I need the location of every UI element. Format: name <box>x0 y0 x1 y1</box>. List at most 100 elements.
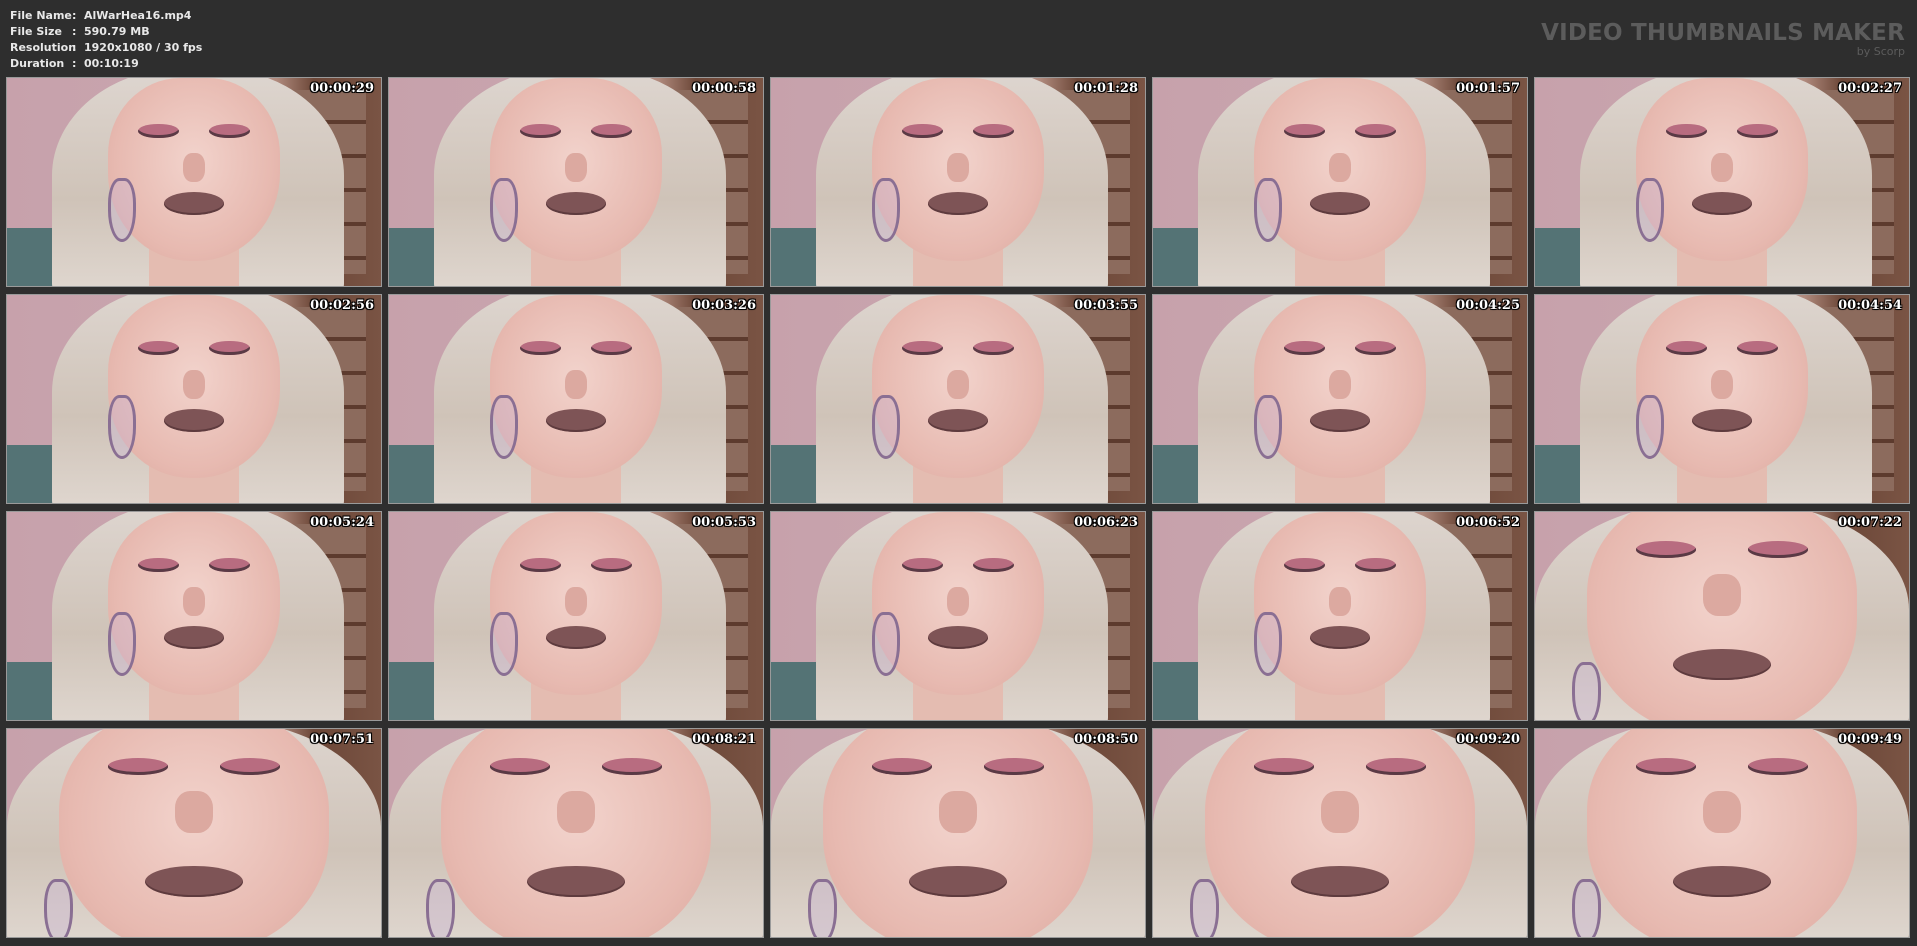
video-thumbnail[interactable]: 00:06:23 <box>770 511 1146 721</box>
thumbnail-frame-image <box>771 78 1145 286</box>
subject-left-eye <box>489 758 550 775</box>
file-name-row: File Name : AlWarHea16.mp4 <box>10 8 202 24</box>
brand-title: VIDEO THUMBNAILS MAKER <box>1541 20 1905 46</box>
thumbnail-grid: 00:00:29 00:00:58 00:01:28 00:01:57 00:02:27… <box>6 77 1912 941</box>
video-thumbnail[interactable]: 00:00:58 <box>388 77 764 287</box>
subject-face <box>59 729 329 937</box>
thumbnail-timestamp: 00:01:28 <box>1074 81 1138 96</box>
subject-face <box>441 729 711 937</box>
subject-left-eye <box>871 758 932 775</box>
thumbnail-frame-image <box>1535 512 1909 720</box>
duration-value: 00:10:19 <box>84 57 139 70</box>
video-thumbnail[interactable]: 00:07:51 <box>6 728 382 938</box>
video-thumbnail[interactable]: 00:04:54 <box>1534 294 1910 504</box>
thumbnail-frame-image <box>1153 295 1527 503</box>
thumbnail-timestamp: 00:02:56 <box>310 298 374 313</box>
video-thumbnail[interactable]: 00:02:27 <box>1534 77 1910 287</box>
thumbnail-timestamp: 00:03:55 <box>1074 298 1138 313</box>
thumbnail-timestamp: 00:09:20 <box>1456 732 1520 747</box>
duration-row: Duration : 00:10:19 <box>10 56 202 72</box>
video-thumbnail[interactable]: 00:00:29 <box>6 77 382 287</box>
subject-face <box>1587 512 1857 720</box>
subject-right-eye <box>984 758 1044 775</box>
thumbnail-frame-image <box>1535 78 1909 286</box>
thumbnail-frame-image <box>1153 512 1527 720</box>
subject-left-eye <box>1635 758 1696 775</box>
subject-left-eye <box>1253 758 1314 775</box>
subject-nose <box>1703 574 1741 616</box>
subject-right-eye <box>220 758 280 775</box>
subject-earring <box>44 878 73 937</box>
subject-face <box>1587 729 1857 937</box>
subject-nose <box>182 369 206 399</box>
subject-nose <box>1710 152 1734 182</box>
video-thumbnail[interactable]: 00:05:24 <box>6 511 382 721</box>
thumbnail-timestamp: 00:08:21 <box>692 732 756 747</box>
subject-nose <box>946 586 970 616</box>
thumbnail-timestamp: 00:00:29 <box>310 81 374 96</box>
subject-earring <box>1572 878 1601 937</box>
video-thumbnail[interactable]: 00:02:56 <box>6 294 382 504</box>
subject-nose <box>564 152 588 182</box>
video-thumbnail[interactable]: 00:04:25 <box>1152 294 1528 504</box>
brand-watermark: VIDEO THUMBNAILS MAKER by Scorp <box>1541 20 1905 58</box>
video-thumbnail[interactable]: 00:09:20 <box>1152 728 1528 938</box>
thumbnail-timestamp: 00:01:57 <box>1456 81 1520 96</box>
thumbnail-timestamp: 00:08:50 <box>1074 732 1138 747</box>
subject-nose <box>182 152 206 182</box>
resolution-separator: : <box>72 41 77 54</box>
subject-nose <box>564 369 588 399</box>
subject-earring <box>426 878 455 937</box>
thumbnail-frame-image <box>771 512 1145 720</box>
thumbnail-frame-image <box>389 78 763 286</box>
file-size-row: File Size : 590.79 MB <box>10 24 202 40</box>
thumbnail-timestamp: 00:04:25 <box>1456 298 1520 313</box>
subject-nose <box>182 586 206 616</box>
thumbnail-frame-image <box>7 78 381 286</box>
subject-right-eye <box>1748 541 1808 558</box>
video-thumbnail[interactable]: 00:01:28 <box>770 77 1146 287</box>
subject-nose <box>939 791 977 833</box>
subject-right-eye <box>1366 758 1426 775</box>
subject-right-eye <box>1748 758 1808 775</box>
thumbnail-timestamp: 00:07:51 <box>310 732 374 747</box>
thumbnail-sheet: File Name : AlWarHea16.mp4 File Size : 5… <box>0 0 1917 946</box>
thumbnail-timestamp: 00:09:49 <box>1838 732 1902 747</box>
video-thumbnail[interactable]: 00:03:26 <box>388 294 764 504</box>
video-thumbnail[interactable]: 00:01:57 <box>1152 77 1528 287</box>
thumbnail-timestamp: 00:02:27 <box>1838 81 1902 96</box>
subject-left-eye <box>1635 541 1696 558</box>
subject-right-eye <box>602 758 662 775</box>
video-thumbnail[interactable]: 00:08:50 <box>770 728 1146 938</box>
file-name-value: AlWarHea16.mp4 <box>84 9 192 22</box>
brand-subtitle: by Scorp <box>1856 45 1905 58</box>
video-thumbnail[interactable]: 00:09:49 <box>1534 728 1910 938</box>
subject-face <box>1205 729 1475 937</box>
subject-nose <box>175 791 213 833</box>
video-thumbnail[interactable]: 00:05:53 <box>388 511 764 721</box>
subject-nose <box>946 369 970 399</box>
thumbnail-frame-image <box>771 729 1145 937</box>
subject-nose <box>1710 369 1734 399</box>
thumbnail-timestamp: 00:00:58 <box>692 81 756 96</box>
video-thumbnail[interactable]: 00:03:55 <box>770 294 1146 504</box>
thumbnail-timestamp: 00:05:24 <box>310 515 374 530</box>
thumbnail-timestamp: 00:05:53 <box>692 515 756 530</box>
thumbnail-frame-image <box>389 512 763 720</box>
thumbnail-timestamp: 00:04:54 <box>1838 298 1902 313</box>
thumbnail-frame-image <box>1153 729 1527 937</box>
video-thumbnail[interactable]: 00:06:52 <box>1152 511 1528 721</box>
video-thumbnail[interactable]: 00:08:21 <box>388 728 764 938</box>
thumbnail-frame-image <box>1535 729 1909 937</box>
resolution-value: 1920x1080 / 30 fps <box>84 41 203 54</box>
thumbnail-frame-image <box>7 512 381 720</box>
thumbnail-timestamp: 00:06:23 <box>1074 515 1138 530</box>
file-size-value: 590.79 MB <box>84 25 150 38</box>
subject-nose <box>1328 152 1352 182</box>
file-info-panel: File Name : AlWarHea16.mp4 File Size : 5… <box>10 8 202 72</box>
subject-earring <box>1572 661 1601 720</box>
duration-separator: : <box>72 57 77 70</box>
subject-left-eye <box>107 758 168 775</box>
thumbnail-frame-image <box>771 295 1145 503</box>
video-thumbnail[interactable]: 00:07:22 <box>1534 511 1910 721</box>
